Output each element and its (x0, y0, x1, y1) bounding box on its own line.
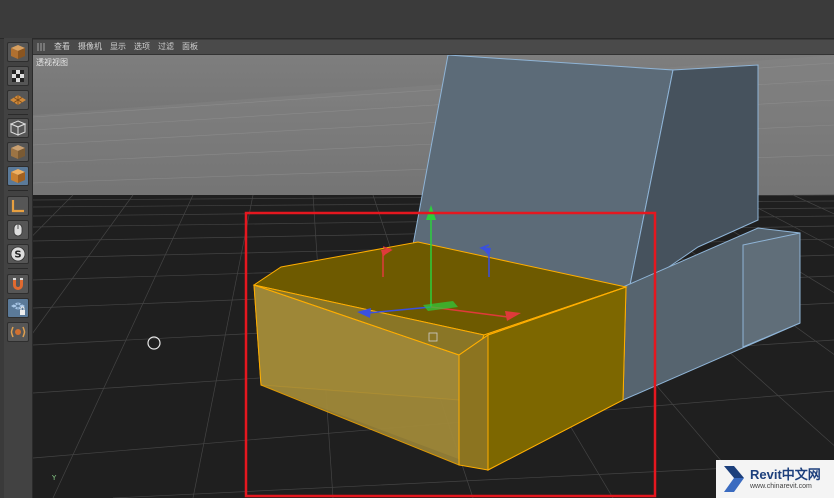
svg-text:S: S (14, 250, 21, 261)
cube-active-icon[interactable] (7, 166, 29, 186)
axis-l-icon[interactable] (7, 196, 29, 216)
gear-spring-icon[interactable] (7, 322, 29, 342)
menu-view[interactable]: 查看 (50, 40, 74, 54)
cube-solid-icon[interactable] (7, 142, 29, 162)
left-toolbar: S (4, 38, 33, 498)
mouse-icon[interactable] (7, 220, 29, 240)
watermark-title: Revit中文网 (750, 467, 821, 482)
plane-icon[interactable] (7, 90, 29, 110)
lock-grid-icon[interactable] (7, 298, 29, 318)
checker-cube-icon[interactable] (7, 66, 29, 86)
menu-camera[interactable]: 摄像机 (74, 40, 106, 54)
snap-s-icon[interactable]: S (7, 244, 29, 264)
top-bar (0, 0, 834, 39)
watermark: Revit中文网 www.chinarevit.com (716, 460, 834, 498)
viewport-label: 透视视图 (36, 58, 68, 67)
viewport-scene (33, 55, 834, 498)
edge-cube-icon[interactable] (7, 118, 29, 138)
menu-filter[interactable]: 过滤 (154, 40, 178, 54)
cube-icon[interactable] (7, 42, 29, 62)
menu-panel[interactable]: 面板 (178, 40, 202, 54)
magnet-icon[interactable] (7, 274, 29, 294)
viewport-menubar: 查看 摄像机 显示 选项 过滤 面板 (33, 40, 834, 55)
perspective-viewport[interactable] (33, 55, 834, 498)
axis-label-y: Y (52, 474, 57, 482)
grip-icon[interactable] (37, 43, 47, 51)
revit-logo-icon (724, 466, 744, 492)
menu-options[interactable]: 选项 (130, 40, 154, 54)
watermark-url: www.chinarevit.com (750, 483, 812, 490)
menu-display[interactable]: 显示 (106, 40, 130, 54)
